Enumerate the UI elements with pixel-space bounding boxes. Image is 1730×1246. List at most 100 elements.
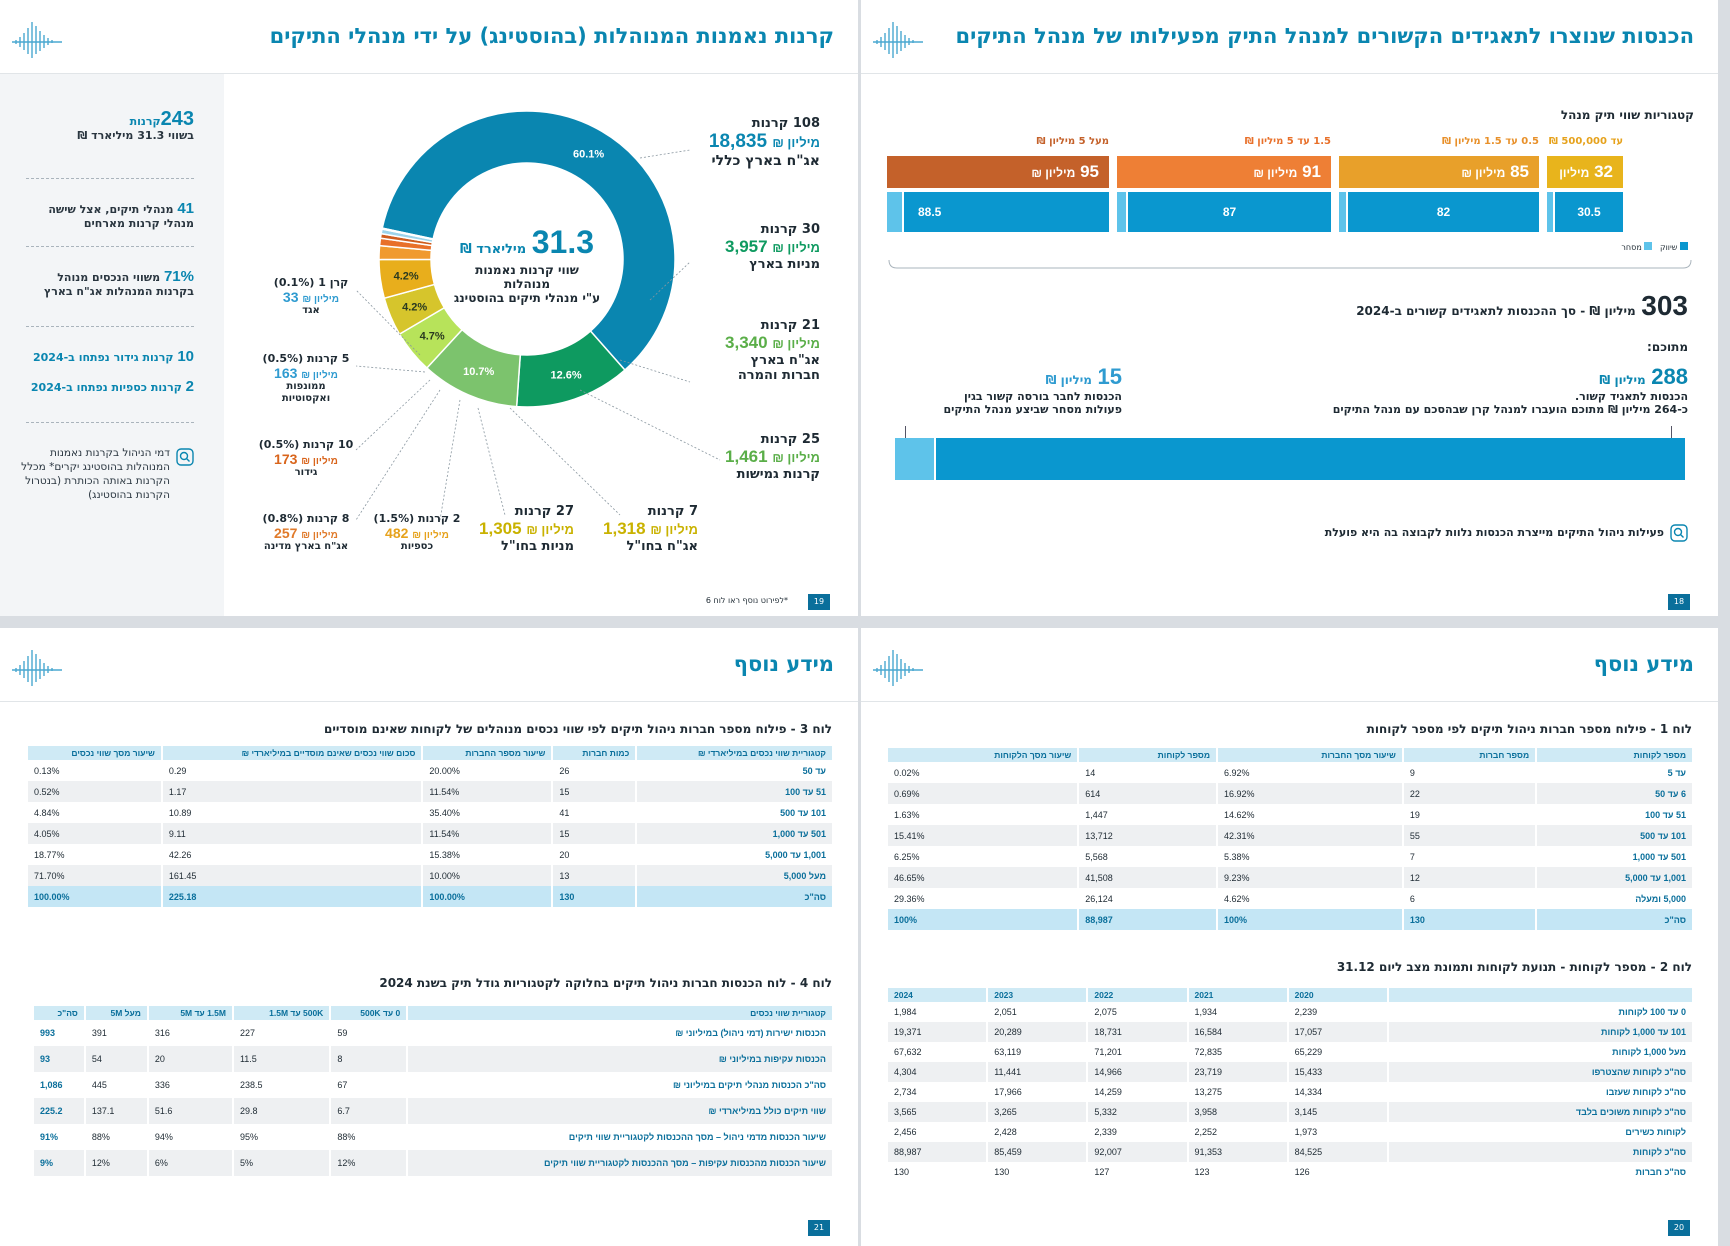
bar-segment-market: 30.5 (1555, 192, 1623, 232)
table-cell: 35.40% (429, 807, 460, 818)
table-row: 51 עד 100 15 11.54% 1.17 0.52% (28, 781, 832, 802)
category-label-stocks-abroad: 27 קרנות מיליון ₪ 1,305 מניות בחו"ל (479, 504, 574, 554)
table-cell: 42.26 (168, 849, 192, 860)
table-row: סה"כ לקוחות משוכים בלבד 3,145 3,958 5,332 3,… (888, 1102, 1692, 1122)
table-row: 501 עד 1,000 7 5.38% 5,568 6.25% (888, 846, 1692, 867)
marketing-revenue: 288 מיליון ₪ הכנסות לתאגיד קשור. כ-264 מ… (1332, 364, 1688, 416)
bar-total-unit: מיליון ₪ (1253, 166, 1298, 180)
table-row: 6 עד 50 22 16.92% 614 0.69% (888, 783, 1692, 804)
table-cell: 6 (1409, 893, 1415, 904)
table-cell: 19,371 (888, 1022, 987, 1042)
table-cell: מעל 5,000 (637, 865, 832, 886)
page-19: קרנות נאמנות המנוהלות (בהוסטינג) על ידי … (0, 0, 858, 616)
page-title: מידע נוסף (1593, 652, 1694, 676)
table-row: לקוחות כשירים 1,973 2,252 2,339 2,428 2,456 (888, 1122, 1692, 1142)
table-cell: 336 (154, 1080, 170, 1090)
table-cell: 14 (1085, 767, 1096, 778)
table-cell: 18.77% (34, 849, 65, 860)
table-cell: עד 50 (802, 765, 826, 776)
table-cell: 0.02% (894, 767, 920, 778)
activity-note: פעילות ניהול התיקים מייצרת הכנסות נלוות … (1325, 524, 1688, 542)
bar-split: 87 (1117, 192, 1331, 232)
table-cell: 15.38% (429, 849, 460, 860)
page-number: 19 (808, 594, 830, 610)
table-cell: 2,339 (1094, 1127, 1117, 1137)
table-cell: 3,958 (1188, 1102, 1287, 1122)
leader-line (639, 149, 691, 159)
table-cell: 10.00% (423, 865, 552, 886)
donut-center-text: 31.3 מיליארד ₪ שווי קרנות נאמנות מנוהלות… (453, 224, 601, 305)
table-cell: שיעור הכנסות מדמי ניהול – מסך ההכנסות לק… (568, 1132, 826, 1142)
trading-revenue: 15 מיליון ₪ הכנסות לחבר בורסה קשור בגין … (943, 364, 1122, 416)
table-row: סה"כ לקוחות שהצטרפו 15,433 23,719 14,966 11,… (888, 1062, 1692, 1082)
table-cell: 84,525 (1288, 1142, 1387, 1162)
table-cell: 55 (1403, 825, 1536, 846)
table-3: קטגוריית שווי נכסים במיליארדי ₪ כמות חברו… (26, 746, 834, 907)
page-header: הכנסות שנוצרו לתאגידים הקשורים למנהל התי… (861, 0, 1718, 74)
bar-segment-market: 87 (1128, 192, 1331, 232)
table-header-cell: סכום שווי נכסים שאינם מוסדיים במיליארדי … (162, 746, 422, 760)
bar-total-value: 85 (1510, 162, 1529, 181)
category-label-money-market: 2 קרנות (1.5%) מיליון ₪ 482 כספיות (373, 512, 461, 552)
table-cell: 1,447 (1085, 809, 1108, 820)
table-cell: 101 עד 500 (1537, 825, 1692, 846)
leader-line (579, 389, 721, 461)
table-row: הכנסות ישירות (דמי ניהול) במיליוני ₪ 59 22… (34, 1020, 832, 1046)
table-header-cell: 2021 (1188, 988, 1287, 1002)
table-cell: 7 (1409, 851, 1415, 862)
table-cell: 1,001 עד 5,000 (765, 849, 826, 860)
table-cell: 23,719 (1188, 1062, 1287, 1082)
table-cell: 65,229 (1294, 1047, 1323, 1057)
table-cell: 0.13% (34, 765, 60, 776)
table-cell: 16,584 (1188, 1022, 1287, 1042)
category-label-leveraged: 5 קרנות (0.5%) מיליון ₪ 163 ממונפות ואקס… (262, 352, 350, 404)
table-header-cell: 2022 (1088, 988, 1187, 1002)
table-row: 1,001 עד 5,000 12 9.23% 41,508 46.65% (888, 867, 1692, 888)
category-label-bonds-local-general: 108 קרנות מיליון ₪ 18,835 אג"ח בארץ כללי (708, 116, 820, 169)
bar-total-unit: מיליון ₪ (1031, 166, 1076, 180)
table-cell: 22 (1403, 783, 1536, 804)
table-cell: 161.45 (162, 865, 422, 886)
table-cell: 1.63% (894, 809, 920, 820)
table-cell: 13,275 (1194, 1087, 1223, 1097)
table-cell: 100.00% (423, 886, 552, 907)
table-cell: 95% (239, 1132, 258, 1142)
table-row: 101 עד 1,000 לקוחות 17,057 16,584 18,731 20,… (888, 1022, 1692, 1042)
table-row: מעל 5,000 13 10.00% 161.45 71.70% (28, 865, 832, 886)
table-cell: 92,007 (1088, 1142, 1187, 1162)
leader-line (477, 407, 506, 516)
donut-slice-label: 60.1% (573, 149, 604, 161)
table-cell: 41 (559, 807, 570, 818)
footnote: *לפירוט נוסף ראו לוח 6 (705, 596, 788, 605)
total-revenue: 303 מיליון ₪ - סך ההכנסות לתאגידים קשורי… (1356, 290, 1688, 321)
split-tick-market (1671, 426, 1672, 438)
table-cell: 2,252 (1194, 1127, 1218, 1137)
table-cell: 127 (1094, 1167, 1110, 1177)
bar-category-label: 0.5 עד 1.5 מיליון ₪ (1442, 136, 1539, 147)
table-cell: 123 (1194, 1167, 1210, 1177)
table-cell: 501 עד 1,000 (1632, 851, 1686, 862)
table-cell: 2,051 (994, 1007, 1017, 1017)
legend-swatch-market (1680, 242, 1688, 250)
donut-slice-label: 4.2% (402, 302, 427, 314)
table-cell: 54 (85, 1046, 147, 1072)
table-cell: סה"כ לקוחות שהצטרפו (1388, 1062, 1692, 1082)
table-row: מעל 1,000 לקוחות 65,229 72,835 71,201 63,119… (888, 1042, 1692, 1062)
table-header-cell: קטגוריית שווי נכסים במיליארדי ₪ (637, 746, 832, 760)
table-cell: 13 (553, 865, 636, 886)
table-cell: 9 (1409, 767, 1415, 778)
table-cell: 101 עד 1,000 לקוחות (1388, 1022, 1692, 1042)
bar-total-value: 32 (1594, 162, 1613, 181)
donut-slice-label: 4.7% (420, 331, 445, 343)
table-cell: 9% (34, 1150, 84, 1176)
table-row: סה"כ 130 100.00% 225.18 100.00% (28, 886, 832, 907)
bar-segment-trade (1117, 192, 1126, 232)
table-cell: 501 עד 1,000 (637, 823, 832, 844)
table-cell: 16.92% (1218, 783, 1402, 804)
table-cell: 29.8 (233, 1098, 330, 1124)
table-header-cell: מספר לקוחות (1079, 748, 1217, 762)
table-cell: סה"כ לקוחות שעזבו (1605, 1087, 1686, 1097)
table-cell: מעל 1,000 לקוחות (1612, 1047, 1686, 1057)
table-cell: 137.1 (85, 1098, 147, 1124)
table-cell: 88,987 (888, 1142, 987, 1162)
